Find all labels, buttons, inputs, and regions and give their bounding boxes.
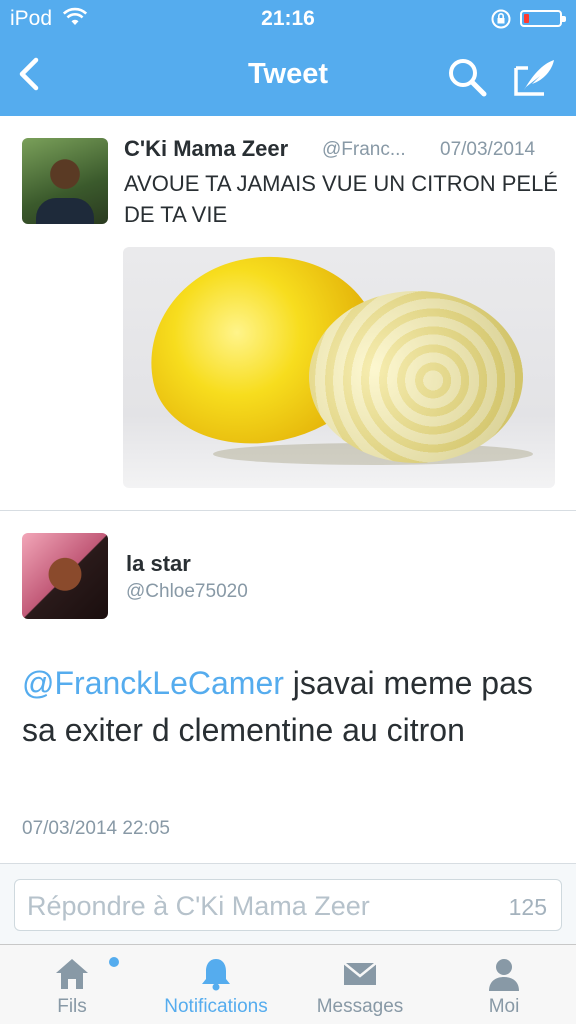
peeled-lemon bbox=[309, 291, 523, 463]
tab-label: Moi bbox=[488, 996, 520, 1017]
avatar[interactable] bbox=[22, 533, 108, 619]
tweet-text: AVOUE TA JAMAIS VUE UN CITRON PELÉ DE TA… bbox=[124, 171, 558, 227]
tweet-photo[interactable] bbox=[123, 247, 555, 488]
author-name[interactable]: la star bbox=[126, 551, 191, 577]
new-content-dot bbox=[109, 957, 119, 967]
tab-notifications[interactable]: Notifications bbox=[156, 945, 276, 1025]
home-icon bbox=[56, 959, 88, 989]
search-icon bbox=[449, 59, 487, 97]
bell-icon bbox=[202, 959, 230, 991]
tweet-text: @FranckLeCamer jsavai meme pas sa exiter… bbox=[22, 660, 552, 754]
tab-messages[interactable]: Messages bbox=[300, 945, 420, 1025]
compose-quill-icon bbox=[514, 60, 554, 96]
battery-icon bbox=[520, 10, 566, 27]
tab-label: Messages bbox=[316, 996, 404, 1017]
person-icon bbox=[489, 959, 519, 991]
envelope-icon bbox=[343, 962, 377, 985]
avatar[interactable] bbox=[22, 138, 108, 224]
nav-bar: Tweet bbox=[0, 38, 576, 116]
tab-label: Notifications bbox=[164, 996, 268, 1017]
author-handle[interactable]: @Franc... bbox=[322, 139, 426, 161]
tab-bar: Fils Notifications Messages Moi bbox=[0, 944, 576, 1024]
character-count: 125 bbox=[508, 894, 547, 920]
tweet-timestamp: 07/03/2014 22:05 bbox=[22, 818, 170, 839]
tab-label: Fils bbox=[57, 996, 87, 1017]
tab-fils[interactable]: Fils bbox=[12, 945, 132, 1025]
search-button[interactable] bbox=[444, 54, 490, 100]
header: iPod 21:16 Tweet bbox=[0, 0, 576, 116]
reply-bar: Répondre à C'Ki Mama Zeer 125 bbox=[0, 863, 576, 944]
author-handle[interactable]: @Chloe75020 bbox=[126, 581, 248, 603]
original-tweet[interactable]: C'Ki Mama Zeer @Franc... 07/03/2014 AVOU… bbox=[0, 116, 576, 510]
tab-moi[interactable]: Moi bbox=[444, 945, 564, 1025]
rotation-lock-icon bbox=[490, 8, 512, 36]
status-bar: iPod 21:16 bbox=[0, 0, 576, 38]
battery-level bbox=[524, 14, 529, 23]
mention-link[interactable]: @FranckLeCamer bbox=[22, 665, 284, 701]
tweet-date: 07/03/2014 bbox=[440, 139, 536, 160]
reply-placeholder: Répondre à C'Ki Mama Zeer bbox=[27, 891, 370, 921]
author-name[interactable]: C'Ki Mama Zeer bbox=[124, 136, 288, 162]
compose-button[interactable] bbox=[510, 54, 560, 100]
reply-tweet[interactable]: la star @Chloe75020 @FranckLeCamer jsava… bbox=[0, 511, 576, 863]
avatar-shirt bbox=[36, 198, 94, 224]
reply-input[interactable]: Répondre à C'Ki Mama Zeer 125 bbox=[14, 879, 562, 931]
